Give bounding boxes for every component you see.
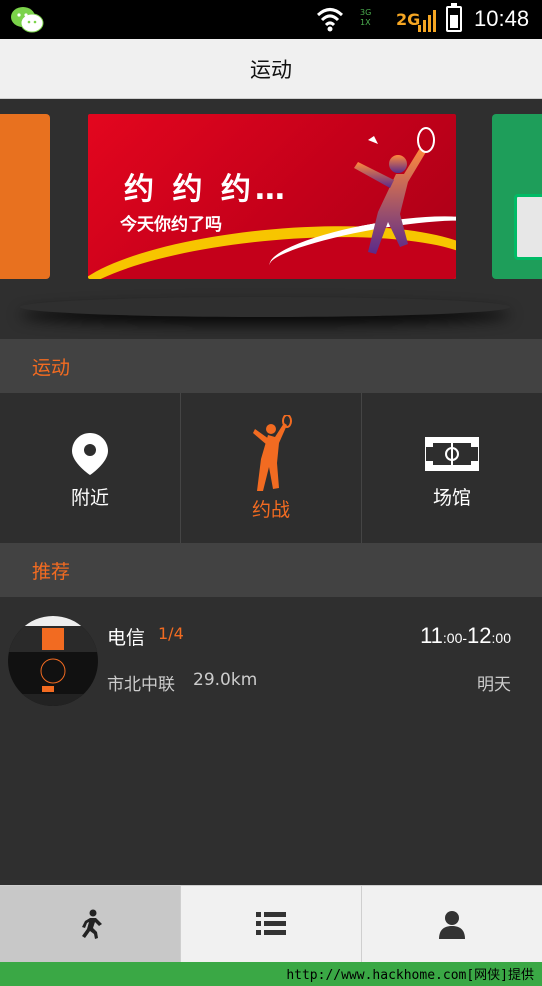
list-item[interactable]: 电信 1/4 市北中联 29.0km 11:00-12:00 明天 — [0, 597, 542, 727]
banner-headline: 约 约 约… — [124, 172, 289, 207]
avatar — [8, 616, 98, 706]
source-footer: http://www.hackhome.com[网侠]提供 — [0, 962, 542, 986]
section-header-sports: 运动 — [0, 339, 542, 393]
promo-banner[interactable]: 约 约 约… 今天你约了吗 — [88, 114, 456, 279]
venue-name: 市北中联 — [107, 675, 175, 695]
carousel-slide-prev[interactable] — [0, 114, 50, 279]
carousel-shadow — [20, 297, 510, 317]
recommendation-list: 电信 1/4 市北中联 29.0km 11:00-12:00 明天 — [0, 597, 542, 885]
tab-list[interactable] — [181, 886, 362, 962]
carousel-slide-next[interactable] — [492, 114, 542, 279]
badminton-player-icon — [354, 127, 435, 254]
banner-subline: 今天你约了吗 — [120, 215, 222, 235]
page-title: 运动 — [250, 57, 292, 82]
event-day: 明天 — [477, 675, 511, 695]
tab-sports[interactable] — [0, 886, 181, 962]
grid-item-label: 场馆 — [432, 487, 471, 509]
tab-profile[interactable] — [362, 886, 542, 962]
wifi-icon — [316, 8, 344, 32]
grid-item-venue[interactable]: 场馆 — [362, 393, 542, 543]
grid-item-challenge[interactable]: 约战 — [181, 393, 362, 543]
battery-icon — [446, 3, 462, 32]
grid-item-nearby[interactable]: 附近 — [0, 393, 181, 543]
section-header-recommended: 推荐 — [0, 543, 542, 597]
network-indicator: 3G 1X — [360, 8, 372, 27]
banner-carousel[interactable]: 约 约 约… 今天你约了吗 — [0, 99, 542, 339]
footer-text: http://www.hackhome.com[网侠]提供 — [286, 968, 534, 983]
title-bar: 运动 — [0, 39, 542, 99]
user-icon — [439, 911, 465, 939]
event-name: 电信 — [107, 627, 146, 649]
location-pin-icon — [72, 433, 108, 475]
runner-icon — [82, 909, 102, 939]
network-2g-indicator: 2G — [396, 10, 421, 29]
wechat-icon — [11, 7, 44, 33]
grid-item-label: 附近 — [70, 487, 109, 509]
section-title: 运动 — [32, 357, 71, 379]
distance: 29.0km — [193, 670, 258, 690]
list-icon — [256, 912, 286, 935]
bottom-tab-bar — [0, 885, 542, 962]
participant-count: 1/4 — [158, 624, 184, 643]
phone-illustration — [514, 194, 542, 260]
badminton-player-icon — [253, 415, 292, 491]
event-time: 11:00-12:00 — [420, 623, 511, 648]
clock: 10:48 — [474, 6, 530, 31]
grid-item-label: 约战 — [251, 499, 290, 521]
court-icon — [425, 437, 479, 471]
sports-grid: 附近 约战 场馆 — [0, 393, 542, 543]
section-title: 推荐 — [32, 561, 71, 583]
signal-icon — [418, 10, 436, 32]
status-bar: 3G 1X 2G 10:48 — [0, 0, 542, 39]
